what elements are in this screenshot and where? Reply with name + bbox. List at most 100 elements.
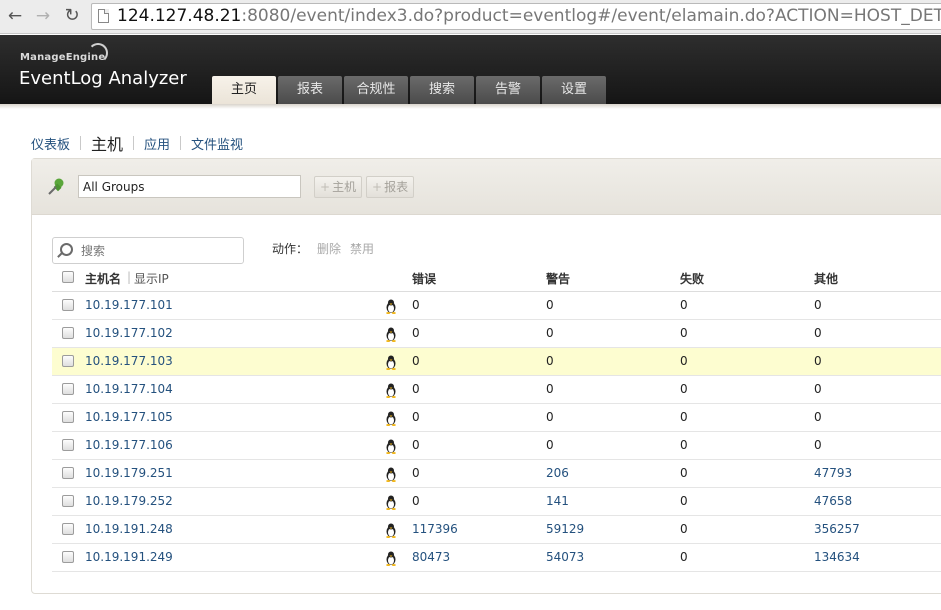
header-display-ip[interactable]: 显示IP (134, 270, 169, 287)
host-link[interactable]: 10.19.179.252 (85, 494, 173, 508)
url-host: 124.127.48.21 (117, 6, 242, 26)
disable-action[interactable]: 禁用 (350, 242, 374, 256)
sub-navigation: 仪表板 主机 应用 文件监视 (31, 131, 243, 155)
tab-home[interactable]: 主页 (212, 76, 276, 104)
warning-count: 0 (546, 382, 554, 396)
header-separator: | (127, 270, 132, 284)
plus-icon: + (320, 180, 331, 194)
host-link[interactable]: 10.19.191.249 (85, 550, 173, 564)
header-error[interactable]: 错误 (412, 270, 436, 287)
actions-label: 动作： (272, 242, 309, 256)
header-failure[interactable]: 失败 (680, 270, 704, 287)
table-row[interactable]: 10.19.191.248 117396 59129 0 356257 (52, 516, 941, 544)
failure-count: 0 (680, 326, 688, 340)
row-checkbox[interactable] (62, 355, 74, 367)
url-text[interactable]: 124.127.48.21:8080/event/index3.do?produ… (117, 6, 941, 26)
tab-search[interactable]: 搜索 (410, 76, 474, 104)
group-select[interactable] (78, 175, 301, 198)
host-link[interactable]: 10.19.177.102 (85, 326, 173, 340)
other-count[interactable]: 47658 (814, 494, 852, 508)
error-count: 0 (412, 298, 420, 312)
warning-count: 0 (546, 298, 554, 312)
tab-compliance[interactable]: 合规性 (344, 76, 408, 104)
other-count[interactable]: 47793 (814, 466, 852, 480)
row-checkbox[interactable] (62, 495, 74, 507)
error-count: 0 (412, 494, 420, 508)
warning-count: 0 (546, 410, 554, 424)
pin-icon[interactable] (46, 177, 66, 197)
back-arrow-icon[interactable]: ← (4, 5, 26, 27)
host-link[interactable]: 10.19.177.106 (85, 438, 173, 452)
host-link[interactable]: 10.19.177.101 (85, 298, 173, 312)
linux-icon (386, 439, 396, 454)
linux-icon (386, 383, 396, 398)
table-row[interactable]: 10.19.177.101 0 0 0 0 (52, 292, 941, 320)
subnav-hosts[interactable]: 主机 (91, 131, 123, 155)
table-row[interactable]: 10.19.179.252 0 141 0 47658 (52, 488, 941, 516)
select-all-checkbox[interactable] (62, 271, 74, 283)
subnav-file-monitoring[interactable]: 文件监视 (191, 134, 243, 153)
header-hostname[interactable]: 主机名 (85, 270, 121, 287)
search-input[interactable] (81, 242, 231, 260)
host-link[interactable]: 10.19.177.105 (85, 410, 173, 424)
warning-count[interactable]: 141 (546, 494, 569, 508)
table-row[interactable]: 10.19.179.251 0 206 0 47793 (52, 460, 941, 488)
warning-count[interactable]: 206 (546, 466, 569, 480)
row-checkbox[interactable] (62, 383, 74, 395)
error-count: 0 (412, 466, 420, 480)
header-other[interactable]: 其他 (814, 270, 838, 287)
add-host-button[interactable]: + 主机 (314, 176, 363, 198)
linux-icon (386, 551, 396, 566)
row-checkbox[interactable] (62, 327, 74, 339)
add-report-button[interactable]: + 报表 (366, 176, 415, 198)
reload-icon[interactable]: ↻ (61, 5, 83, 27)
row-checkbox[interactable] (62, 299, 74, 311)
other-count: 0 (814, 438, 822, 452)
host-link[interactable]: 10.19.191.248 (85, 522, 173, 536)
other-count[interactable]: 134634 (814, 550, 860, 564)
tab-settings[interactable]: 设置 (542, 76, 606, 104)
failure-count: 0 (680, 438, 688, 452)
delete-action[interactable]: 删除 (317, 242, 341, 256)
search-icon (60, 243, 73, 256)
row-checkbox[interactable] (62, 467, 74, 479)
table-row[interactable]: 10.19.177.106 0 0 0 0 (52, 432, 941, 460)
other-count[interactable]: 356257 (814, 522, 860, 536)
linux-icon (386, 411, 396, 426)
subnav-dashboard[interactable]: 仪表板 (31, 134, 70, 153)
error-count: 0 (412, 326, 420, 340)
app-header: ManageEngine EventLog Analyzer 主页 报表 合规性… (0, 35, 941, 104)
table-row[interactable]: 10.19.177.103 0 0 0 0 (52, 348, 941, 376)
table-row[interactable]: 10.19.177.102 0 0 0 0 (52, 320, 941, 348)
error-count[interactable]: 80473 (412, 550, 450, 564)
other-count: 0 (814, 410, 822, 424)
error-count[interactable]: 117396 (412, 522, 458, 536)
page-icon (98, 9, 109, 23)
warning-count[interactable]: 59129 (546, 522, 584, 536)
subnav-applications[interactable]: 应用 (144, 134, 170, 153)
row-checkbox[interactable] (62, 411, 74, 423)
address-bar[interactable]: 124.127.48.21:8080/event/index3.do?produ… (91, 3, 941, 30)
row-checkbox[interactable] (62, 523, 74, 535)
table-row[interactable]: 10.19.177.104 0 0 0 0 (52, 376, 941, 404)
table-row[interactable]: 10.19.177.105 0 0 0 0 (52, 404, 941, 432)
table-row[interactable]: 10.19.191.249 80473 54073 0 134634 (52, 544, 941, 572)
forward-arrow-icon[interactable]: → (32, 5, 54, 27)
row-checkbox[interactable] (62, 551, 74, 563)
hosts-table: 主机名 | 显示IP 错误 警告 失败 其他 10.19.177.101 0 0 0 0… (52, 265, 941, 572)
failure-count: 0 (680, 410, 688, 424)
main-tabs: 主页 报表 合规性 搜索 告警 设置 (212, 76, 608, 104)
warning-count[interactable]: 54073 (546, 550, 584, 564)
error-count: 0 (412, 410, 420, 424)
host-link[interactable]: 10.19.177.103 (85, 354, 173, 368)
tab-alerts[interactable]: 告警 (476, 76, 540, 104)
host-link[interactable]: 10.19.177.104 (85, 382, 173, 396)
search-box[interactable] (52, 237, 244, 264)
host-link[interactable]: 10.19.179.251 (85, 466, 173, 480)
error-count: 0 (412, 354, 420, 368)
linux-icon (386, 495, 396, 510)
tab-reports[interactable]: 报表 (278, 76, 342, 104)
failure-count: 0 (680, 550, 688, 564)
row-checkbox[interactable] (62, 439, 74, 451)
header-warning[interactable]: 警告 (546, 270, 570, 287)
